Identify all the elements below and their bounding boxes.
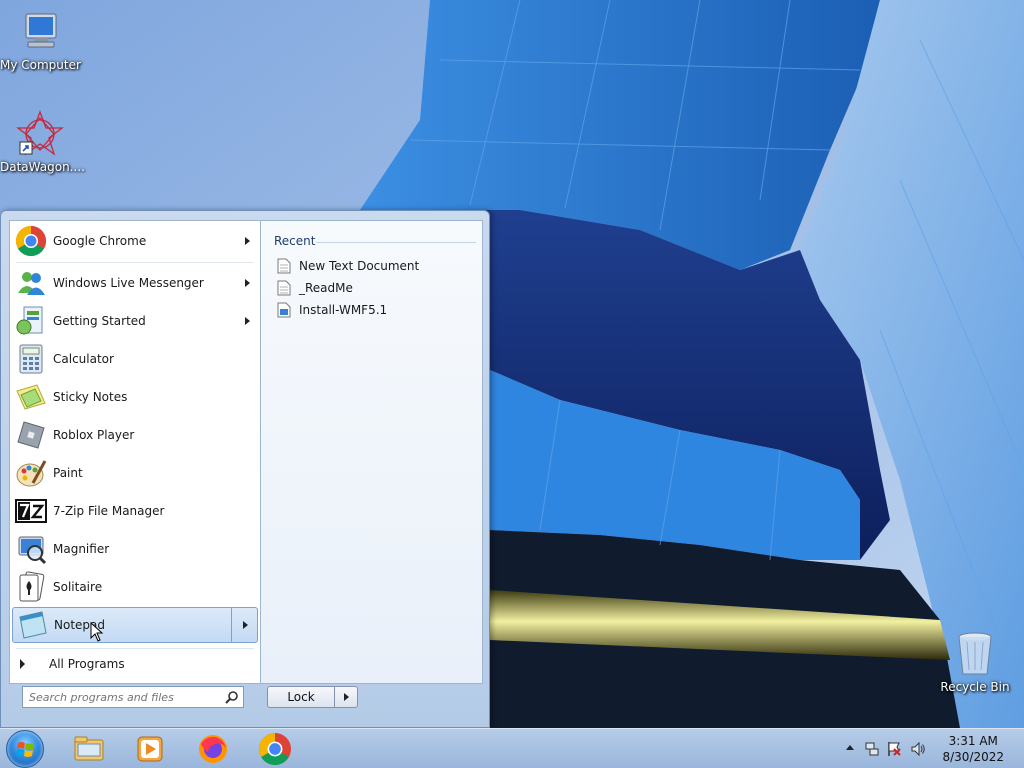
- desktop-icon-my-computer[interactable]: My Computer: [0, 8, 81, 72]
- search-box[interactable]: [22, 686, 244, 708]
- program-item-magnifier[interactable]: Magnifier: [12, 531, 258, 567]
- program-item-calculator[interactable]: Calculator: [12, 341, 258, 377]
- clock-date: 8/30/2022: [942, 750, 1004, 764]
- paint-icon: [15, 457, 47, 489]
- program-item-solitaire[interactable]: Solitaire: [12, 569, 258, 605]
- explorer-icon: [74, 736, 104, 761]
- recent-item-readme[interactable]: _ReadMe: [277, 278, 353, 298]
- magnifier-icon: [15, 533, 47, 565]
- windows-logo-icon: [16, 742, 34, 757]
- script-document-icon: [277, 302, 291, 318]
- jump-list-pane: Recent New Text Document _ReadMe Install…: [261, 220, 483, 684]
- desktop-icon-label: My Computer: [0, 58, 81, 72]
- program-label: Solitaire: [53, 580, 103, 594]
- separator: [16, 648, 254, 649]
- program-label: Roblox Player: [53, 428, 135, 442]
- volume-icon[interactable]: [910, 741, 926, 757]
- recent-item-label: Install-WMF5.1: [299, 303, 388, 317]
- recent-item-label: _ReadMe: [299, 281, 353, 295]
- submenu-arrow-icon[interactable]: [243, 621, 248, 629]
- chrome-icon: [15, 225, 47, 257]
- program-item-paint[interactable]: Paint: [12, 455, 258, 491]
- desktop-icon-datawagon[interactable]: DataWagon....: [0, 110, 85, 174]
- program-label: Windows Live Messenger: [53, 276, 204, 290]
- program-item-getting-started[interactable]: Getting Started: [12, 303, 258, 339]
- media-player-icon: [137, 736, 163, 762]
- program-item-google-chrome[interactable]: Google Chrome: [12, 223, 258, 259]
- expand-arrow-icon: [20, 659, 25, 669]
- submenu-arrow-icon[interactable]: [245, 317, 250, 325]
- roblox-icon: [15, 419, 47, 451]
- sticky-notes-icon: [15, 381, 47, 413]
- program-label: Google Chrome: [53, 234, 147, 248]
- program-item-roblox-player[interactable]: Roblox Player: [12, 417, 258, 453]
- getting-started-icon: [15, 305, 47, 337]
- recycle-bin-icon: [951, 630, 999, 678]
- program-item-windows-live-messenger[interactable]: Windows Live Messenger: [12, 265, 258, 301]
- program-label: Getting Started: [53, 314, 146, 328]
- text-document-icon: [277, 280, 291, 296]
- program-label: Magnifier: [53, 542, 110, 556]
- taskbar: 3:31 AM 8/30/2022: [0, 728, 1024, 768]
- search-input[interactable]: [23, 687, 213, 707]
- calculator-icon: [15, 343, 47, 375]
- solitaire-icon: [15, 571, 47, 603]
- submenu-arrow-icon[interactable]: [245, 279, 250, 287]
- clock-time: 3:31 AM: [948, 734, 998, 748]
- recent-item-install-wmf[interactable]: Install-WMF5.1: [277, 300, 387, 320]
- messenger-icon: [15, 267, 47, 299]
- explorer-taskbar-button[interactable]: [72, 732, 106, 766]
- program-label: 7-Zip File Manager: [53, 504, 165, 518]
- desktop-icon-label: DataWagon....: [0, 160, 85, 174]
- lock-button[interactable]: Lock: [267, 686, 335, 708]
- program-item-sticky-notes[interactable]: Sticky Notes: [12, 379, 258, 415]
- all-programs-label: All Programs: [49, 657, 125, 671]
- all-programs-button[interactable]: All Programs: [20, 657, 125, 671]
- clock[interactable]: 3:31 AM 8/30/2022: [942, 733, 1004, 765]
- recent-item-label: New Text Document: [299, 259, 420, 273]
- system-tray: 3:31 AM 8/30/2022: [824, 729, 1024, 768]
- show-hidden-icons-icon[interactable]: [846, 745, 854, 750]
- separator: [316, 242, 476, 243]
- firefox-taskbar-button[interactable]: [196, 732, 230, 766]
- datawagon-shortcut-icon: [16, 110, 64, 158]
- programs-pane: Google Chrome Windows Live Messenger Get…: [9, 220, 261, 684]
- firefox-icon: [199, 735, 227, 763]
- network-icon[interactable]: [864, 741, 880, 757]
- recent-item-new-text-document[interactable]: New Text Document: [277, 256, 419, 276]
- computer-icon: [16, 8, 64, 56]
- 7zip-icon: [15, 495, 47, 527]
- desktop-icon-label: Recycle Bin: [940, 680, 1010, 694]
- notepad-icon: [16, 609, 48, 641]
- text-document-icon: [277, 258, 291, 274]
- start-button[interactable]: [6, 730, 44, 768]
- program-label: Calculator: [53, 352, 114, 366]
- recent-heading: Recent: [274, 234, 316, 248]
- action-center-icon[interactable]: [886, 741, 902, 757]
- chrome-taskbar-button[interactable]: [258, 732, 292, 766]
- chrome-icon: [259, 733, 291, 765]
- media-player-taskbar-button[interactable]: [133, 732, 167, 766]
- power-options-arrow-button[interactable]: [334, 686, 358, 708]
- program-item-7zip[interactable]: 7-Zip File Manager: [12, 493, 258, 529]
- separator: [16, 262, 254, 263]
- program-label: Sticky Notes: [53, 390, 128, 404]
- program-item-notepad[interactable]: Notepad: [12, 607, 258, 643]
- start-menu: Google Chrome Windows Live Messenger Get…: [0, 210, 490, 728]
- submenu-arrow-icon[interactable]: [245, 237, 250, 245]
- program-label: Paint: [53, 466, 83, 480]
- desktop-icon-recycle-bin[interactable]: Recycle Bin: [935, 630, 1015, 694]
- search-icon[interactable]: [225, 690, 239, 704]
- mouse-cursor-icon: [90, 622, 104, 642]
